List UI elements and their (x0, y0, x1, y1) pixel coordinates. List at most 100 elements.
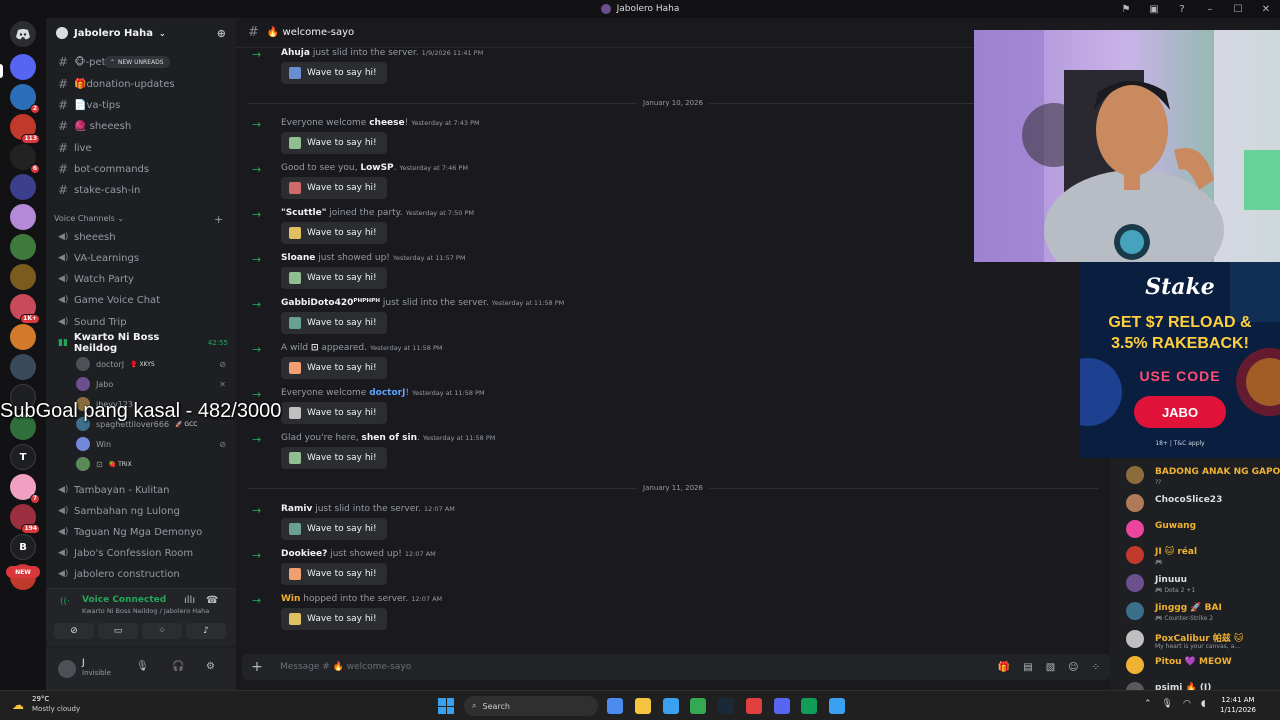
member-item[interactable]: Jinuuu 🎮 Dota 2 +1 (1126, 570, 1280, 596)
username-link[interactable]: Dookiee? (281, 549, 327, 559)
server-icon[interactable]: B (10, 534, 36, 560)
wave-button[interactable]: Wave to say hi! (281, 62, 387, 84)
volume-icon[interactable]: ◖ (1201, 699, 1206, 709)
taskbar-app-icon[interactable] (801, 698, 817, 714)
member-item[interactable]: JI 🐱 réal 🎮 (1126, 542, 1280, 568)
mic-icon[interactable]: 🎙 (1162, 699, 1173, 709)
wave-button[interactable]: Wave to say hi! (281, 177, 387, 199)
wave-button[interactable]: Wave to say hi! (281, 518, 387, 540)
voice-channel[interactable]: ◀) Tambayan - Kulitan (54, 480, 228, 500)
username-link[interactable]: Win (281, 594, 300, 604)
voice-user[interactable]: Jabo ✕ (76, 375, 226, 393)
activities-button[interactable]: ⁘ (142, 623, 182, 639)
gif-icon[interactable]: ▤ (1023, 662, 1032, 673)
start-button[interactable] (438, 698, 454, 714)
member-item[interactable]: PoxCalibur 帕兹 🐱 My heart is your canvas, … (1126, 626, 1280, 652)
apps-icon[interactable]: ⁘ (1092, 662, 1100, 673)
server-icon[interactable]: 113 (10, 114, 40, 144)
username-link[interactable]: Ramiv (281, 504, 312, 514)
voice-channel[interactable]: ◀) Game Voice Chat (54, 290, 228, 310)
message-input[interactable]: Message # 🔥 welcome-sayo (280, 662, 411, 672)
username-link[interactable]: LowSP (360, 163, 393, 173)
wave-button[interactable]: Wave to say hi! (281, 312, 387, 334)
username-link[interactable]: ⊡ (311, 343, 319, 353)
wave-button[interactable]: Wave to say hi! (281, 132, 387, 154)
member-item[interactable]: Pitou 💜 MEOW (1126, 652, 1280, 678)
server-icon[interactable]: 7 (10, 474, 40, 504)
voice-channel[interactable]: ◀) Sound Trip (54, 312, 228, 332)
wave-button[interactable]: Wave to say hi! (281, 222, 387, 244)
voice-channel[interactable]: ◀) Jabo's Confession Room (54, 543, 228, 563)
server-icon[interactable] (10, 354, 36, 380)
settings-gear-icon[interactable]: ⚙ (206, 661, 215, 672)
text-channel[interactable]: # live (54, 138, 228, 158)
member-item[interactable]: Jinggg 🚀 BAI 🎮 Counter-Strike 2 (1126, 598, 1280, 624)
headphones-icon[interactable]: 🎧 (172, 661, 184, 672)
gift-icon[interactable]: 🎁 (998, 662, 1010, 673)
taskbar-app-icon[interactable] (746, 698, 762, 714)
taskbar-app-icon[interactable] (635, 698, 651, 714)
username-link[interactable]: doctorJ (369, 388, 405, 398)
server-icon[interactable] (10, 324, 36, 350)
server-icon[interactable]: 1K+ (10, 294, 40, 324)
taskbar-app-icon[interactable] (607, 698, 623, 714)
guild-header[interactable]: Jabolero Haha ⌄ ⊕ (46, 18, 236, 48)
member-item[interactable]: psimi 🔥 (I) (1126, 678, 1280, 690)
voice-channel[interactable]: ◀) Watch Party (54, 269, 228, 289)
member-item[interactable]: ChocoSlice23 (1126, 490, 1280, 516)
taskbar-app-icon[interactable] (690, 698, 706, 714)
username-link[interactable]: "Scuttle" (281, 208, 326, 218)
voice-user[interactable]: doctorJ 🥊 XKYS ⊘ (76, 355, 226, 373)
channel-active-voice[interactable]: ▮▮ Kwarto Ni Boss Neildog 42:55 (54, 332, 228, 354)
microphone-icon[interactable]: 🎙 (136, 661, 149, 672)
voice-channel[interactable]: ◀) Taguan Ng Mga Demonyo (54, 522, 228, 542)
server-icon[interactable] (10, 234, 36, 260)
add-channel-icon[interactable]: + (214, 213, 223, 226)
wave-button[interactable]: Wave to say hi! (281, 267, 387, 289)
minimize-button[interactable]: – (1196, 4, 1224, 15)
user-avatar[interactable] (58, 660, 76, 678)
noise-icon[interactable]: ıllı (184, 595, 195, 606)
server-icon[interactable]: 194 (10, 504, 40, 534)
username-link[interactable]: shen of sin (361, 433, 417, 443)
maximize-button[interactable]: ☐ (1224, 4, 1252, 15)
text-channel[interactable]: # 🧶 sheeesh (54, 116, 228, 136)
disconnect-icon[interactable]: ☎ (206, 595, 218, 606)
taskbar-app-icon[interactable] (829, 698, 845, 714)
signal-icon[interactable]: ((· (60, 597, 70, 607)
sticker-icon[interactable]: ▧ (1046, 662, 1055, 673)
wave-button[interactable]: Wave to say hi! (281, 447, 387, 469)
wave-button[interactable]: Wave to say hi! (281, 608, 387, 630)
taskbar-clock[interactable]: 12:41 AM 1/11/2026 (1212, 695, 1264, 715)
taskbar-app-icon[interactable] (774, 698, 790, 714)
text-channel[interactable]: # bot-commands (54, 159, 228, 179)
voice-channel[interactable]: ◀) jabolero construction (54, 564, 228, 584)
taskbar-app-icon[interactable] (663, 698, 679, 714)
voice-category[interactable]: Voice Channels ⌄ + (54, 213, 223, 226)
wave-button[interactable]: Wave to say hi! (281, 402, 387, 424)
server-icon[interactable] (10, 204, 36, 230)
voice-user[interactable]: Win ⊘ (76, 435, 226, 453)
soundboard-button[interactable]: ♪ (186, 623, 226, 639)
text-channel[interactable]: # 📄va-tips (54, 95, 228, 115)
voice-channel[interactable]: ◀) sheeesh (54, 227, 228, 247)
text-channel[interactable]: # stake-cash-in (54, 180, 228, 200)
wave-button[interactable]: Wave to say hi! (281, 563, 387, 585)
inbox-icon[interactable]: ⚑ (1112, 4, 1140, 15)
text-channel[interactable]: # 🎁donation-updates (54, 74, 228, 94)
voice-channel[interactable]: ◀) Sambahan ng Lulong (54, 501, 228, 521)
server-icon[interactable] (10, 174, 36, 200)
video-off-button[interactable]: ⊘ (54, 623, 94, 639)
invite-icon[interactable]: ⊕ (217, 27, 226, 40)
screen-icon[interactable]: ▣ (1140, 4, 1168, 15)
server-icon[interactable]: T (10, 444, 36, 470)
member-item[interactable]: Guwang (1126, 516, 1280, 542)
help-icon[interactable]: ? (1168, 4, 1196, 15)
voice-channel[interactable]: ◀) VA-Learnings (54, 248, 228, 268)
close-button[interactable]: ✕ (1252, 4, 1280, 15)
server-icon[interactable] (10, 264, 36, 290)
attach-plus-icon[interactable]: + (242, 659, 272, 675)
username-link[interactable]: Sloane (281, 253, 315, 263)
chevron-up-icon[interactable]: ⌃ (1144, 699, 1152, 709)
wifi-icon[interactable]: ◠ (1183, 699, 1191, 709)
